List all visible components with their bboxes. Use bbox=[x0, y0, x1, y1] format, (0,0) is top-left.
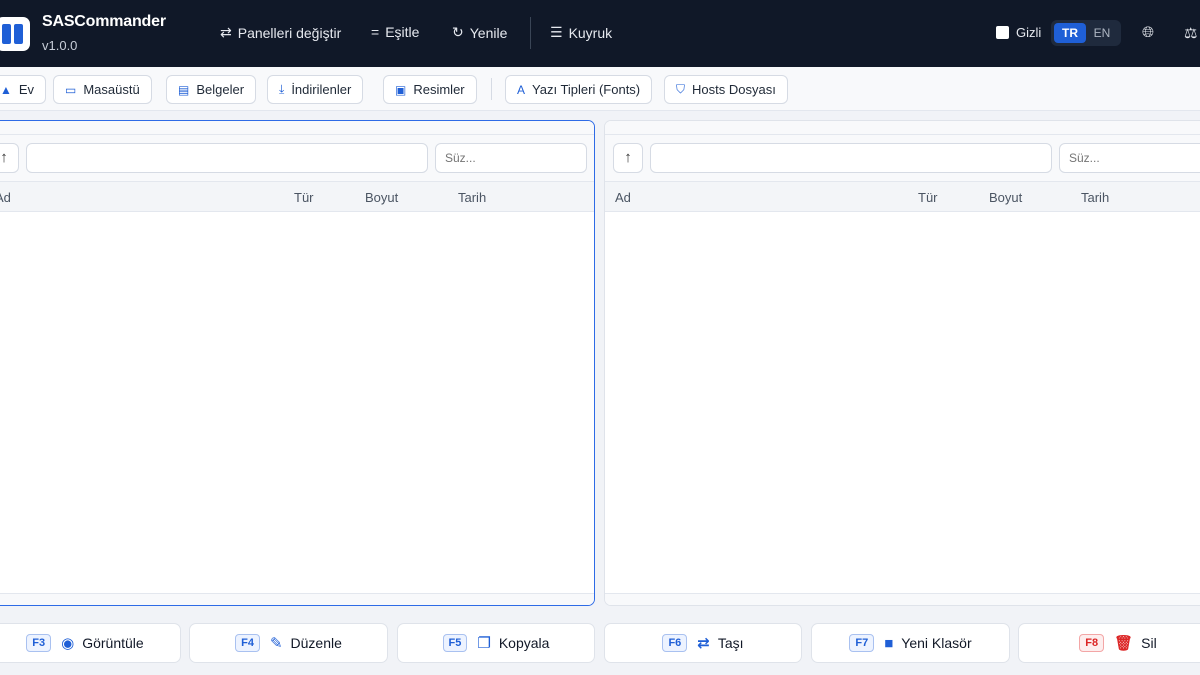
queue-label: Kuyruk bbox=[568, 24, 613, 41]
delete-label: Sil bbox=[1141, 635, 1157, 651]
panel-footer bbox=[0, 593, 594, 605]
bookmark-hosts[interactable]: ⛉ Hosts Dosyası bbox=[664, 75, 788, 104]
panel-header bbox=[605, 121, 1200, 135]
f6-key-badge: F6 bbox=[662, 634, 688, 652]
globe-icon[interactable]: 🌐︎ bbox=[1142, 24, 1154, 41]
delete-button[interactable]: F8 🗑︎ Sil bbox=[1018, 623, 1200, 663]
lang-en-button[interactable]: EN bbox=[1086, 23, 1118, 43]
language-switcher: TR EN bbox=[1051, 20, 1121, 46]
col-name[interactable]: Ad bbox=[615, 190, 631, 205]
refresh-icon: ↻ bbox=[452, 24, 464, 40]
bookmark-label: Yazı Tipleri (Fonts) bbox=[532, 82, 641, 97]
bookmark-home[interactable]: ▲ Ev bbox=[0, 75, 47, 104]
bookmark-downloads[interactable]: ⤓ İndirilenler bbox=[267, 75, 364, 104]
edit-button[interactable]: F4 ✎ Düzenle bbox=[189, 623, 388, 663]
path-input[interactable] bbox=[650, 143, 1052, 173]
move-icon: ⇄ bbox=[697, 635, 710, 652]
hidden-files-toggle[interactable]: Gizli bbox=[996, 25, 1041, 40]
font-icon: A bbox=[517, 82, 526, 97]
trash-icon: 🗑︎ bbox=[1114, 635, 1134, 652]
download-icon: ⤓ bbox=[279, 82, 285, 96]
panel-footer bbox=[605, 593, 1200, 605]
home-icon: ▲ bbox=[0, 82, 12, 97]
col-date[interactable]: Tarih bbox=[458, 190, 486, 205]
view-button[interactable]: F3 ◉ Görüntüle bbox=[0, 623, 181, 663]
copy-icon: ❐ bbox=[477, 635, 491, 652]
view-label: Görüntüle bbox=[82, 635, 144, 651]
col-size[interactable]: Boyut bbox=[365, 190, 398, 205]
bookmark-desktop[interactable]: ▭ Masaüstü bbox=[53, 75, 152, 104]
bookmark-divider bbox=[491, 78, 492, 100]
column-header: Ad Tür Boyut Tarih bbox=[605, 181, 1200, 212]
arrow-up-icon: ↑ bbox=[0, 149, 8, 166]
shield-icon: ⛉ bbox=[676, 82, 686, 96]
bookmark-fonts[interactable]: A Yazı Tipleri (Fonts) bbox=[505, 75, 653, 104]
col-date[interactable]: Tarih bbox=[1081, 190, 1109, 205]
new-folder-icon: ■ bbox=[884, 634, 894, 652]
new-folder-label: Yeni Klasör bbox=[901, 635, 972, 651]
queue-icon: ☰ bbox=[550, 24, 563, 40]
panel-header bbox=[0, 121, 594, 135]
f8-key-badge: F8 bbox=[1079, 634, 1105, 652]
bookmark-label: Ev bbox=[18, 82, 35, 97]
equals-icon: = bbox=[371, 24, 380, 40]
bookmark-label: Belgeler bbox=[196, 82, 245, 97]
refresh-label: Yenile bbox=[469, 24, 508, 41]
bookmark-pictures[interactable]: ▣ Resimler bbox=[383, 75, 477, 104]
bookmark-label: Resimler bbox=[413, 82, 465, 97]
up-directory-button[interactable]: ↑ bbox=[613, 143, 643, 173]
hidden-label: Gizli bbox=[1016, 25, 1042, 40]
desktop-icon: ▭ bbox=[65, 82, 77, 97]
bookmarks-bar: ▲ Ev ▭ Masaüstü ▤ Belgeler ⤓ İndirilenle… bbox=[0, 67, 1200, 111]
swap-icon: ⇄ bbox=[220, 24, 232, 40]
sync-button[interactable]: = Eşitle bbox=[371, 24, 419, 40]
app-logo-icon bbox=[0, 17, 30, 51]
path-row: ↑ bbox=[0, 135, 594, 181]
eye-icon: ◉ bbox=[61, 635, 75, 652]
bookmark-label: Masaüstü bbox=[83, 82, 140, 97]
col-type[interactable]: Tür bbox=[294, 190, 314, 205]
scale-icon[interactable]: ⚖︎ bbox=[1184, 24, 1197, 42]
lang-tr-button[interactable]: TR bbox=[1054, 23, 1086, 43]
move-label: Taşı bbox=[717, 635, 744, 651]
bookmark-label: İndirilenler bbox=[291, 82, 352, 97]
f4-key-badge: F4 bbox=[235, 634, 260, 652]
top-bar: SASCommander v1.0.0 ⇄ Panelleri değiştir… bbox=[0, 0, 1200, 67]
image-icon: ▣ bbox=[395, 82, 407, 97]
bookmark-documents[interactable]: ▤ Belgeler bbox=[166, 75, 257, 104]
filter-input[interactable] bbox=[1059, 143, 1200, 173]
right-file-panel[interactable]: ↑ Ad Tür Boyut Tarih bbox=[604, 120, 1200, 606]
copy-label: Kopyala bbox=[498, 635, 550, 651]
swap-panels-button[interactable]: ⇄ Panelleri değiştir bbox=[220, 24, 341, 41]
column-header: Ad Tür Boyut Tarih bbox=[0, 181, 594, 212]
swap-panels-label: Panelleri değiştir bbox=[237, 24, 342, 41]
edit-icon: ✎ bbox=[269, 635, 283, 652]
hidden-checkbox[interactable] bbox=[996, 26, 1009, 39]
col-name[interactable]: Ad bbox=[0, 190, 11, 205]
sync-label: Eşitle bbox=[385, 24, 420, 40]
path-row: ↑ bbox=[605, 135, 1200, 181]
up-directory-button[interactable]: ↑ bbox=[0, 143, 19, 173]
col-type[interactable]: Tür bbox=[918, 190, 938, 205]
queue-button[interactable]: ☰ Kuyruk bbox=[550, 24, 612, 41]
col-size[interactable]: Boyut bbox=[989, 190, 1022, 205]
edit-label: Düzenle bbox=[290, 635, 342, 651]
document-icon: ▤ bbox=[178, 82, 190, 97]
topnav-divider bbox=[530, 17, 531, 49]
f7-key-badge: F7 bbox=[849, 634, 875, 652]
left-file-panel[interactable]: ↑ Ad Tür Boyut Tarih bbox=[0, 120, 595, 606]
filter-input[interactable] bbox=[435, 143, 587, 173]
refresh-button[interactable]: ↻ Yenile bbox=[452, 24, 507, 41]
app-version: v1.0.0 bbox=[42, 38, 78, 53]
arrow-up-icon: ↑ bbox=[624, 149, 632, 166]
bookmark-label: Hosts Dosyası bbox=[692, 82, 776, 97]
copy-button[interactable]: F5 ❐ Kopyala bbox=[397, 623, 595, 663]
f5-key-badge: F5 bbox=[442, 634, 468, 652]
app-title: SASCommander bbox=[42, 13, 166, 30]
f3-key-badge: F3 bbox=[26, 634, 52, 652]
new-folder-button[interactable]: F7 ■ Yeni Klasör bbox=[811, 623, 1010, 663]
path-input[interactable] bbox=[26, 143, 428, 173]
move-button[interactable]: F6 ⇄ Taşı bbox=[604, 623, 802, 663]
